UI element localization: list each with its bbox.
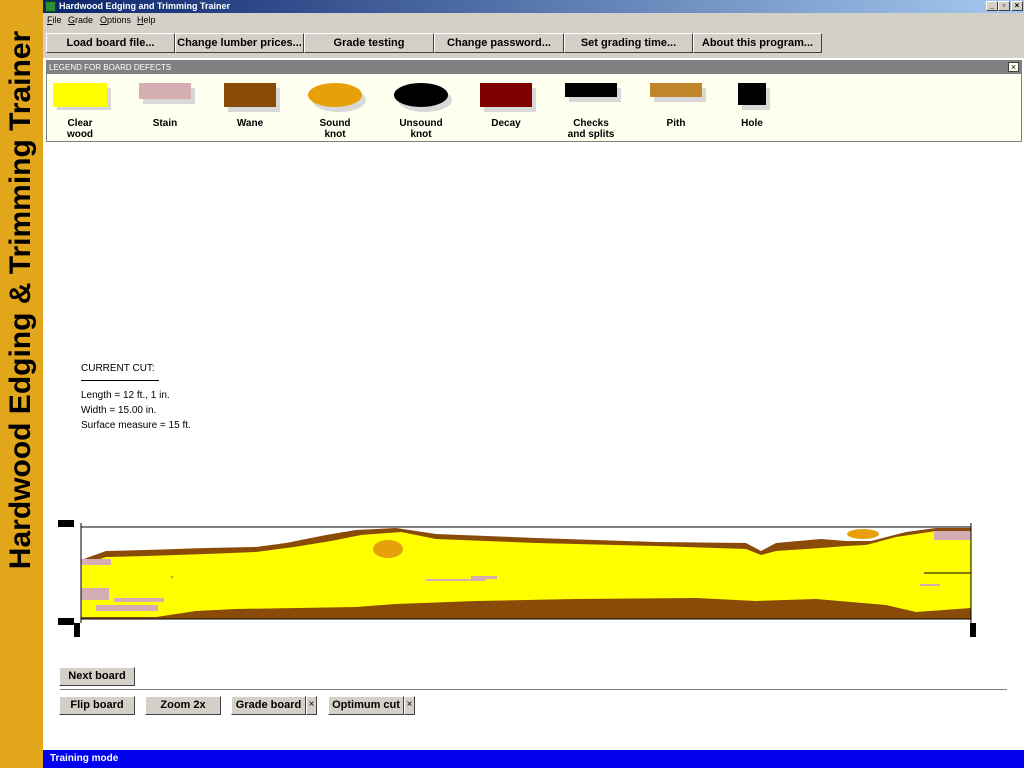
app-icon[interactable]: [45, 1, 56, 12]
cut-length: Length = 12 ft., 1 in.: [81, 390, 170, 401]
legend-label: Wane: [236, 118, 264, 129]
close-icon[interactable]: ×: [306, 696, 317, 715]
current-cut-heading: CURRENT CUT:: [81, 363, 155, 374]
left-trim-handle[interactable]: [74, 623, 80, 637]
toolbar: Load board file... Change lumber prices.…: [43, 28, 1024, 58]
separator: [60, 689, 1007, 691]
bottom-edge-handle[interactable]: [58, 618, 74, 625]
legend-item-clear-wood: Clear wood: [40, 75, 120, 141]
top-edge-handle[interactable]: [58, 520, 74, 527]
legend-label: Hole: [741, 118, 763, 129]
flip-board-button[interactable]: Flip board: [59, 696, 135, 715]
menu-grade[interactable]: Grade: [68, 13, 93, 28]
board-image: [80, 523, 972, 623]
decay-swatch-icon: [480, 83, 532, 107]
clear-wood-swatch-icon: [53, 83, 107, 107]
cut-surface-measure: Surface measure = 15 ft.: [81, 420, 191, 431]
change-lumber-prices-button[interactable]: Change lumber prices...: [175, 33, 304, 53]
legend-item-pith: Pith: [636, 75, 716, 141]
restore-button[interactable]: ▫: [998, 1, 1010, 11]
legend-item-stain: Stain: [125, 75, 205, 141]
change-password-button[interactable]: Change password...: [434, 33, 564, 53]
close-window-button[interactable]: ×: [1011, 1, 1023, 11]
grade-testing-button[interactable]: Grade testing: [304, 33, 434, 53]
stain-swatch-icon: [139, 83, 191, 99]
menu-bar: File Grade Options Help: [43, 13, 1024, 28]
defect-legend-panel: LEGEND FOR BOARD DEFECTS × Clear wood St…: [46, 60, 1022, 142]
legend-close-icon[interactable]: ×: [1008, 62, 1019, 72]
hole-swatch-icon: [738, 83, 766, 105]
minimize-button[interactable]: _: [986, 1, 998, 11]
status-text: Training mode: [50, 753, 119, 764]
load-board-button[interactable]: Load board file...: [46, 33, 175, 53]
zoom-button[interactable]: Zoom 2x: [145, 696, 221, 715]
cut-width: Width = 15.00 in.: [81, 405, 157, 416]
pith-swatch-icon: [650, 83, 702, 97]
unsound-knot-swatch-icon: [394, 83, 448, 107]
legend-item-unsound-knot: Unsound knot: [381, 75, 461, 141]
window-title: Hardwood Edging and Trimming Trainer: [59, 1, 231, 11]
set-grading-time-button[interactable]: Set grading time...: [564, 33, 693, 53]
legend-label: Unsound knot: [399, 118, 443, 140]
checks-swatch-icon: [565, 83, 617, 97]
banner-title: Hardwood Edging & Trimming Trainer: [4, 30, 37, 570]
title-bar: Hardwood Edging and Trimming Trainer _ ▫…: [43, 0, 1024, 13]
legend-item-checks-splits: Checks and splits: [551, 75, 631, 141]
menu-help[interactable]: Help: [137, 13, 156, 28]
legend-label: Sound knot: [319, 118, 351, 140]
heading-underline: [81, 380, 159, 381]
legend-label: Checks and splits: [567, 118, 615, 140]
side-banner: Hardwood Edging & Trimming Trainer: [0, 0, 43, 768]
close-icon[interactable]: ×: [404, 696, 415, 715]
legend-item-hole: Hole: [712, 75, 792, 141]
about-program-button[interactable]: About this program...: [693, 33, 822, 53]
legend-header: LEGEND FOR BOARD DEFECTS ×: [47, 61, 1021, 74]
next-board-button[interactable]: Next board: [59, 667, 135, 686]
optimum-cut-button[interactable]: Optimum cut: [328, 696, 404, 715]
legend-label: Stain: [152, 118, 178, 129]
grade-board-button[interactable]: Grade board: [231, 696, 306, 715]
legend-item-wane: Wane: [210, 75, 290, 141]
legend-item-sound-knot: Sound knot: [295, 75, 375, 141]
sound-knot-swatch-icon: [308, 83, 362, 107]
legend-label: Pith: [666, 118, 686, 129]
legend-item-decay: Decay: [466, 75, 546, 141]
right-trim-handle[interactable]: [970, 623, 976, 637]
board-canvas[interactable]: [56, 515, 986, 645]
legend-title: LEGEND FOR BOARD DEFECTS: [49, 63, 172, 72]
menu-options[interactable]: Options: [100, 13, 131, 28]
menu-file[interactable]: File: [47, 13, 62, 28]
status-bar: Training mode: [43, 750, 1024, 768]
legend-label: Clear wood: [66, 118, 94, 140]
wane-swatch-icon: [224, 83, 276, 107]
legend-label: Decay: [491, 118, 521, 129]
